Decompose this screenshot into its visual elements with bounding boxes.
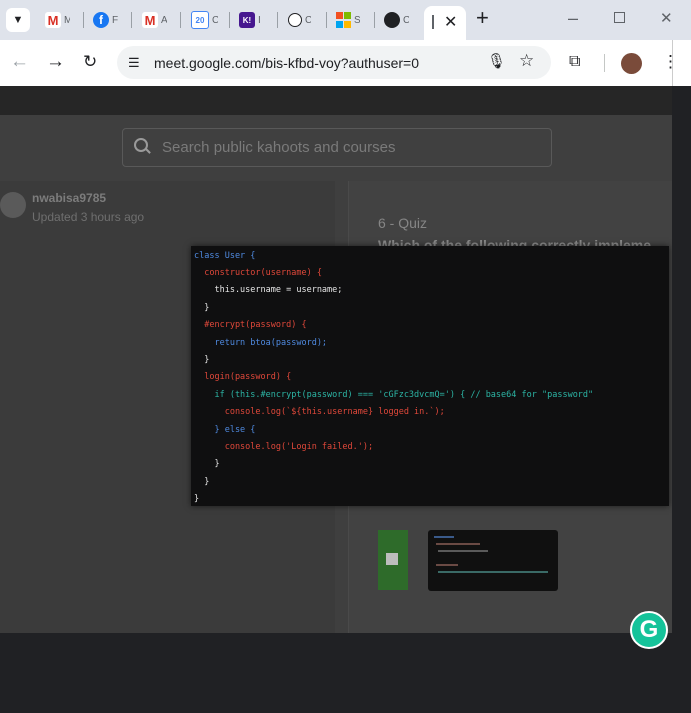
adjacent-window-tabstrip [672, 0, 691, 40]
chevron-down-icon: ▼ [12, 14, 24, 26]
tab-divider [229, 12, 230, 28]
code-line: this.username = username; [194, 285, 343, 295]
tab-label: C [305, 14, 311, 26]
tab-label: F [112, 14, 118, 26]
gmail-icon: M [142, 12, 158, 28]
search-placeholder: Search public kahoots and courses [162, 139, 396, 156]
code-image-popup: class User { constructor(username) { thi… [191, 246, 669, 506]
tab-chatgpt[interactable]: C [288, 8, 311, 32]
extensions-puzzle-icon[interactable]: ⧉ [569, 52, 580, 72]
tab-label: C [403, 14, 409, 26]
page-header-band [0, 86, 672, 115]
code-line: } [194, 494, 200, 504]
tab-divider [180, 12, 181, 28]
facebook-icon: f [93, 12, 109, 28]
code-line: constructor(username) { [194, 268, 322, 278]
square-icon [386, 553, 398, 565]
code-line: } [194, 477, 210, 487]
tab-divider [374, 12, 375, 28]
tab-divider [326, 12, 327, 28]
mini-code-line [436, 543, 480, 545]
maximize-icon[interactable] [614, 12, 625, 23]
reload-icon[interactable]: ↻ [83, 52, 97, 72]
code-line: login(password) { [194, 372, 292, 382]
adjacent-window-edge [672, 0, 691, 713]
tab-microsoft[interactable]: S [335, 8, 360, 32]
code-line: } [194, 355, 210, 365]
code-line: #encrypt(password) { [194, 320, 307, 330]
code-line: } [194, 303, 210, 313]
meet-bottom-bar [0, 633, 672, 713]
browser-chrome: ▼ M M f F M A 20 C K! I C S C ✕ + – ✕ ← … [0, 0, 679, 86]
code-line: class User { [194, 251, 256, 261]
tab-kahoot[interactable]: K! I [239, 8, 264, 32]
search-icon-handle [145, 148, 151, 154]
tab-label: C [212, 14, 218, 26]
tab-label: S [354, 14, 360, 26]
tab-label: A [161, 14, 167, 26]
answer-option-green[interactable] [378, 530, 408, 590]
tab-strip: ▼ M M f F M A 20 C K! I C S C ✕ + – ✕ [0, 0, 673, 40]
url-text[interactable]: meet.google.com/bis-kfbd-voy?authuser=0 [154, 55, 419, 71]
mini-code-line [436, 564, 458, 566]
calendar-icon: 20 [191, 11, 209, 29]
tab-gmail-2[interactable]: M A [142, 8, 167, 32]
shared-screen-content: Search public kahoots and courses nwabis… [0, 86, 672, 633]
quiz-label: 6 - Quiz [378, 215, 428, 231]
tab-search-button[interactable]: ▼ [6, 8, 30, 32]
mini-code-line [434, 536, 454, 538]
code-line: } [194, 459, 220, 469]
close-icon[interactable]: ✕ [444, 12, 457, 32]
mini-code-line [438, 571, 548, 573]
answer-code-thumbnail [428, 530, 558, 591]
search-input[interactable]: Search public kahoots and courses [122, 128, 552, 167]
back-arrow-icon[interactable]: ← [10, 52, 29, 72]
mini-code-line [438, 550, 488, 552]
forward-arrow-icon[interactable]: → [46, 52, 65, 72]
author-name[interactable]: nwabisa9785 [32, 191, 106, 205]
gmail-icon: M [45, 12, 61, 28]
tab-github[interactable]: C [384, 8, 409, 32]
chatgpt-icon [288, 13, 302, 27]
microphone-icon[interactable]: 🎙 [487, 52, 506, 72]
toolbar-divider [604, 54, 605, 72]
tab-divider [131, 12, 132, 28]
tab-calendar[interactable]: 20 C [191, 8, 218, 32]
github-icon [384, 12, 400, 28]
updated-time: Updated 3 hours ago [32, 210, 145, 224]
grammarly-icon[interactable]: G [630, 611, 668, 649]
code-line: if (this.#encrypt(password) === 'cGFzc3d… [194, 390, 594, 400]
browser-toolbar: ← → ↻ ☰ meet.google.com/bis-kfbd-voy?aut… [0, 40, 679, 86]
code-line: console.log(`${this.username} logged in.… [194, 407, 445, 417]
address-bar[interactable]: ☰ meet.google.com/bis-kfbd-voy?authuser=… [117, 46, 551, 79]
tab-facebook[interactable]: f F [93, 8, 118, 32]
tab-divider [83, 12, 84, 28]
meet-icon [432, 15, 434, 29]
close-window-icon[interactable]: ✕ [660, 9, 673, 29]
tab-label: I [258, 14, 261, 26]
tab-label: M [64, 14, 70, 26]
kahoot-icon: K! [239, 12, 255, 28]
site-settings-icon[interactable]: ☰ [128, 53, 140, 73]
bookmark-star-icon[interactable]: ☆ [519, 51, 534, 71]
avatar [0, 192, 26, 218]
code-line: } else { [194, 425, 256, 435]
code-line: return btoa(password); [194, 338, 328, 348]
tab-divider [277, 12, 278, 28]
microsoft-icon [335, 12, 351, 28]
tab-meet-active[interactable]: ✕ [424, 6, 466, 40]
minimize-icon[interactable]: – [568, 8, 578, 28]
adjacent-window-toolbar [672, 40, 691, 86]
code-line: console.log('Login failed.'); [194, 442, 374, 452]
tab-gmail-1[interactable]: M M [45, 8, 70, 32]
avatar[interactable] [621, 53, 642, 74]
new-tab-plus-icon[interactable]: + [476, 7, 489, 29]
